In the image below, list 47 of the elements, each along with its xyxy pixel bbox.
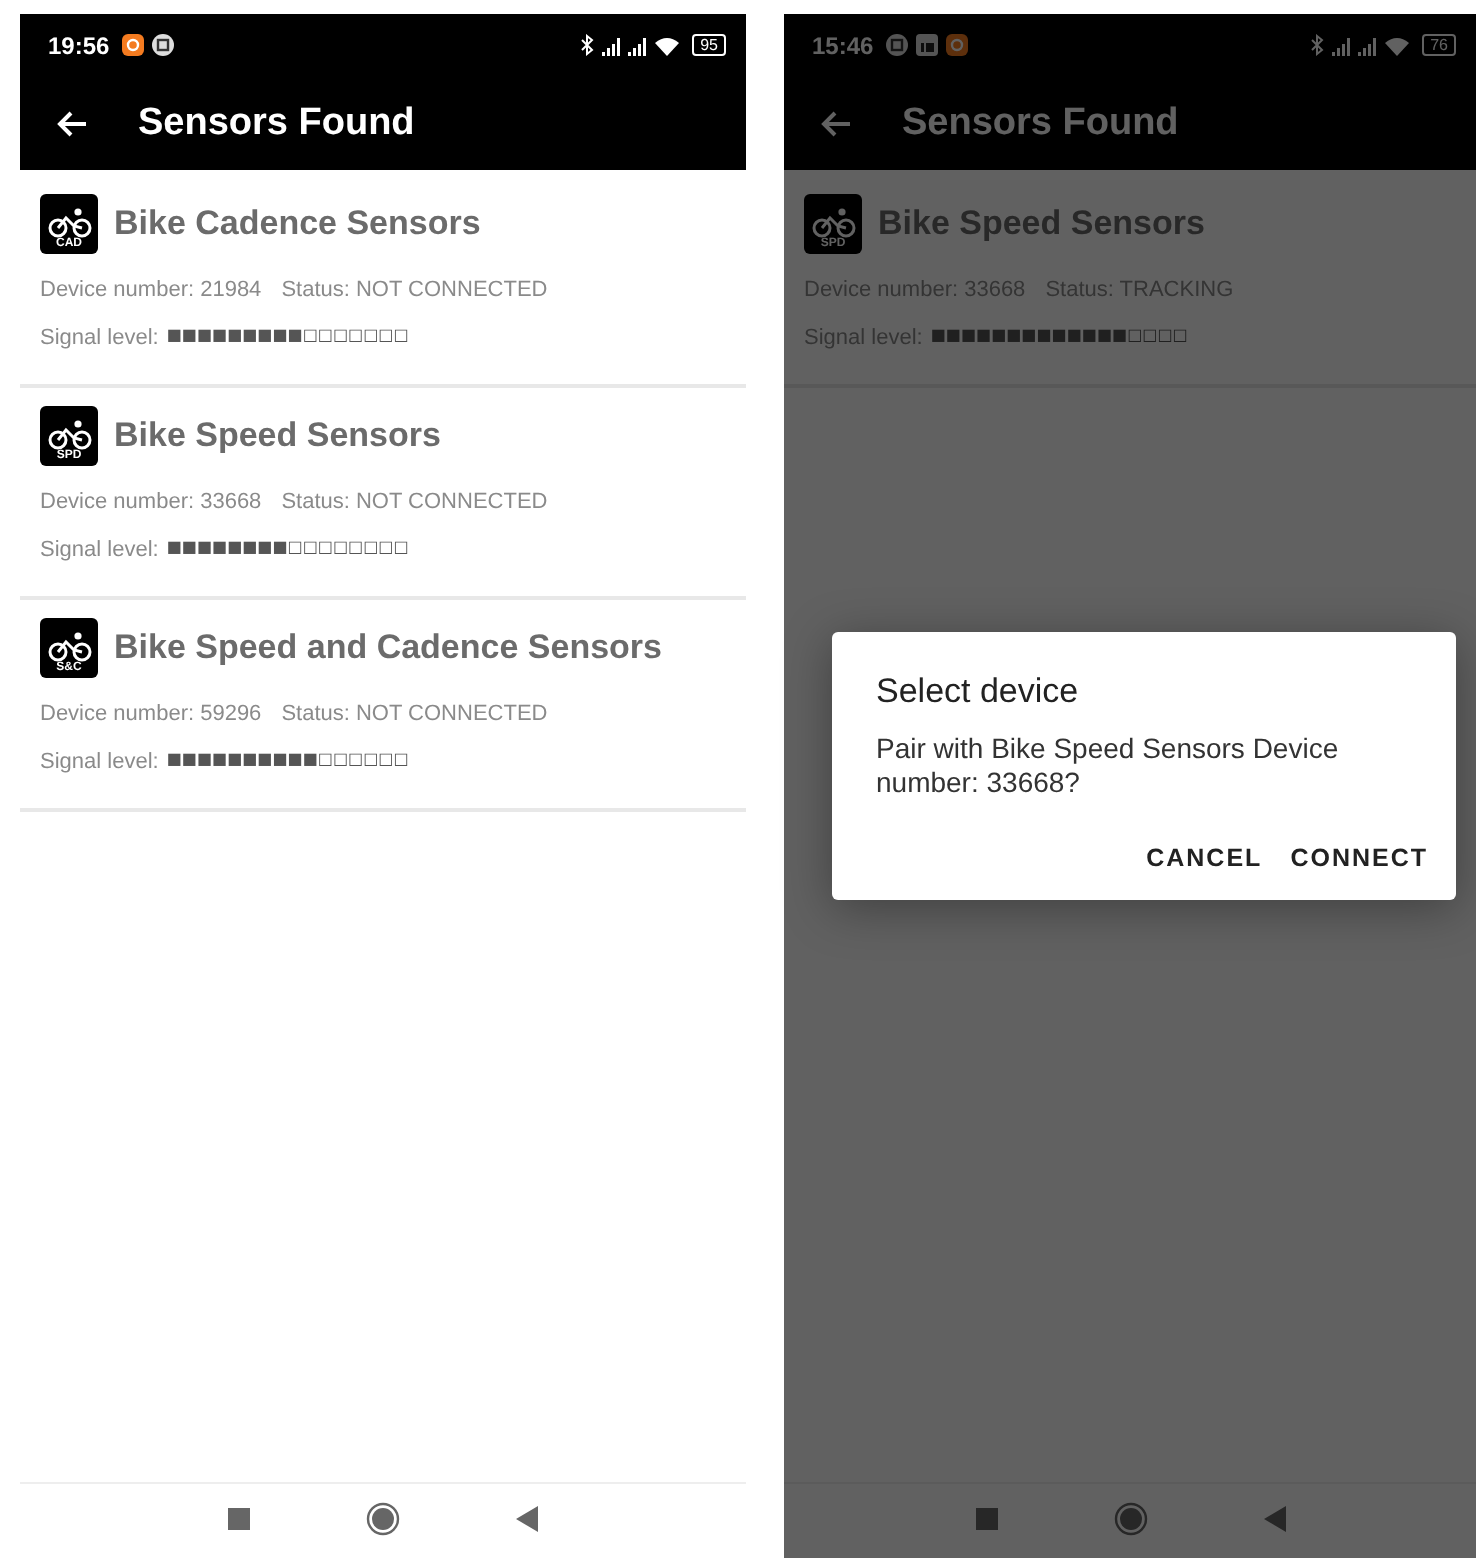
screen-title: Sensors Found: [138, 101, 415, 145]
back-arrow-icon: [820, 109, 852, 137]
notification-icon: [121, 34, 144, 56]
signal-meter: ■■■■■■■■□□□□□□□□: [166, 538, 409, 560]
connect-button[interactable]: CONNECT: [1290, 844, 1428, 872]
cell-signal-icon: [602, 35, 621, 55]
notification-icon: [915, 34, 938, 56]
device-number: Device number: 59296: [40, 702, 262, 726]
cancel-button[interactable]: CANCEL: [1146, 844, 1263, 872]
bicycle-icon: [47, 420, 91, 450]
recents-button[interactable]: [975, 1508, 997, 1530]
bluetooth-icon: [1310, 34, 1325, 56]
battery-indicator: 76: [1422, 34, 1456, 56]
device-number: Device number: 21984: [40, 278, 262, 302]
notification-icon: [885, 34, 908, 56]
signal-label: Signal level:: [40, 538, 159, 562]
bicycle-icon: [47, 208, 91, 238]
cell-signal-icon: [628, 35, 647, 55]
connection-status: Status: NOT CONNECTED: [281, 702, 548, 726]
cell-signal-icon: [1358, 35, 1377, 55]
battery-indicator: 95: [692, 34, 726, 56]
bluetooth-icon: [580, 34, 595, 56]
signal-meter: ■■■■■■■■■■■■■□□□□: [930, 326, 1188, 348]
clock-time: 15:46: [812, 31, 874, 59]
device-number: Device number: 33668: [40, 490, 262, 514]
dialog-title: Select device: [876, 672, 1081, 712]
clock-time: 19:56: [48, 31, 110, 59]
back-arrow-icon: [56, 109, 88, 137]
signal-meter: ■■■■■■■■■■□□□□□□: [166, 750, 409, 772]
sensor-name: Bike Speed Sensors: [878, 204, 1205, 244]
notification-icon: [151, 34, 174, 56]
wifi-icon: [654, 35, 681, 55]
signal-label: Signal level:: [40, 326, 159, 350]
bicycle-icon: [811, 208, 855, 238]
sensor-name: Bike Cadence Sensors: [114, 204, 481, 244]
screen-title: Sensors Found: [902, 101, 1179, 145]
sensor-name: Bike Speed and Cadence Sensors: [114, 628, 662, 668]
connection-status: Status: NOT CONNECTED: [281, 490, 548, 514]
bicycle-icon: [47, 632, 91, 662]
dialog-message: Pair with Bike Speed Sensors Device number: 33668?: [876, 732, 1341, 800]
signal-meter: ■■■■■■■■■□□□□□□□: [166, 326, 409, 348]
connection-status: Status: NOT CONNECTED: [281, 278, 548, 302]
cell-signal-icon: [1332, 35, 1351, 55]
notification-icon: [945, 34, 968, 56]
wifi-icon: [1384, 35, 1411, 55]
signal-label: Signal level:: [40, 750, 159, 774]
sensor-name: Bike Speed Sensors: [114, 416, 441, 456]
